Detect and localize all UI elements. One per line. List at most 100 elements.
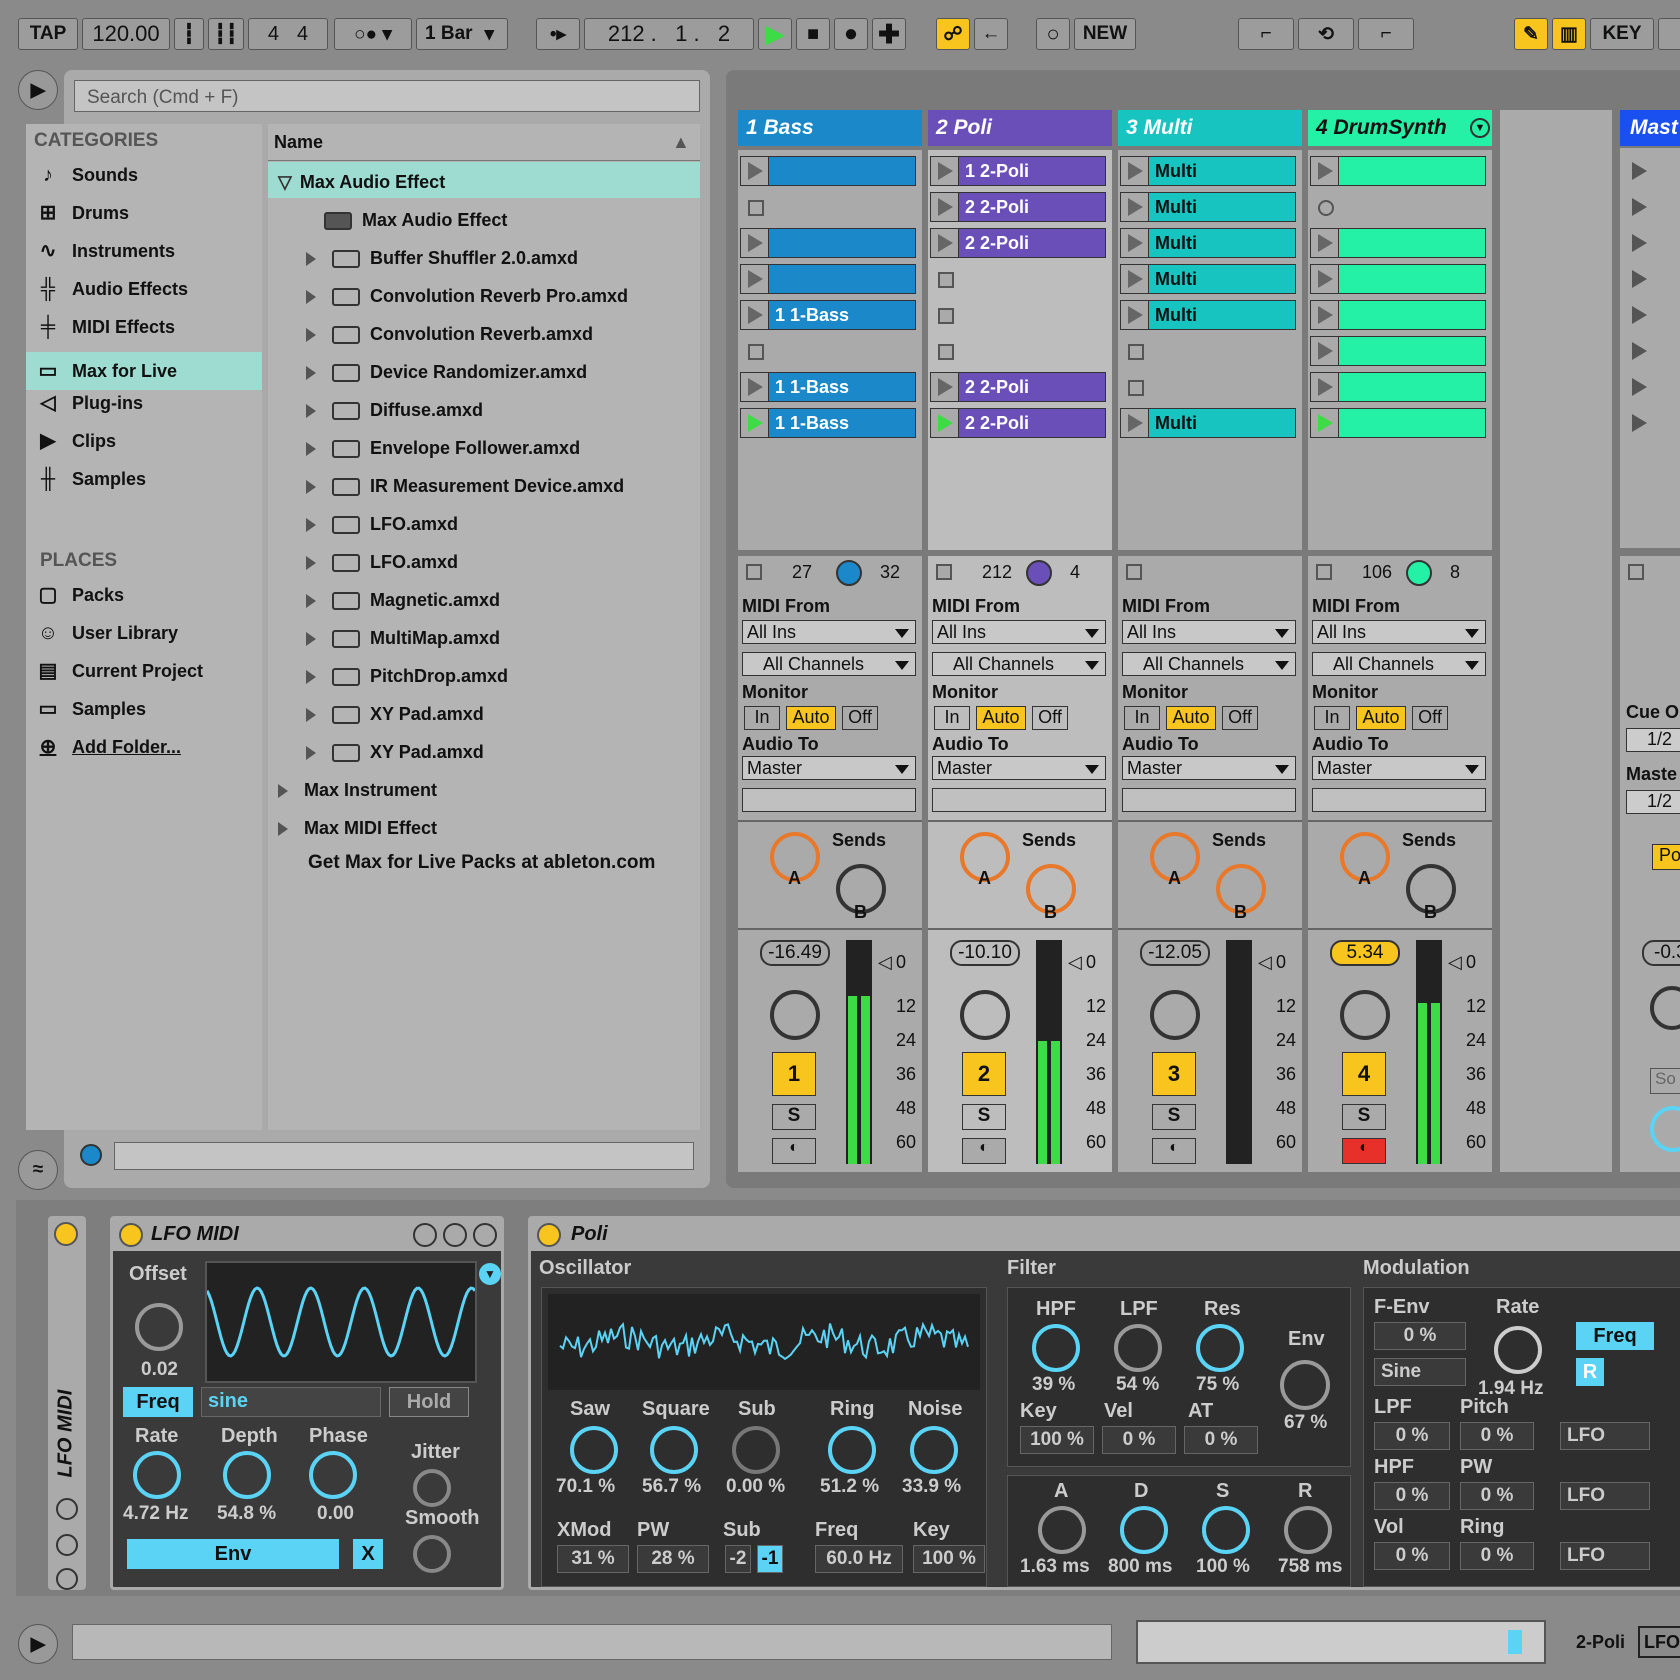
res-knob[interactable] xyxy=(1196,1324,1244,1372)
pitch-source-select[interactable]: LFO xyxy=(1560,1422,1650,1450)
clip-stop-icon[interactable] xyxy=(1128,380,1144,396)
pan-knob[interactable] xyxy=(770,990,820,1040)
audio-to-select[interactable]: Master xyxy=(1312,756,1486,780)
master-stop-icon[interactable] xyxy=(1628,564,1644,580)
midi-map-icon[interactable]: ▥ xyxy=(1552,18,1586,50)
list-item[interactable]: XY Pad.amxd xyxy=(306,742,484,763)
ring-knob[interactable] xyxy=(828,1426,876,1474)
monitor-in-button[interactable]: In xyxy=(744,706,780,730)
clip-slot[interactable] xyxy=(1310,372,1486,402)
audio-to-channel[interactable] xyxy=(1122,788,1296,812)
clip-stop-icon[interactable] xyxy=(748,200,764,216)
release-knob[interactable] xyxy=(1284,1506,1332,1554)
clip-stop-icon[interactable] xyxy=(938,272,954,288)
clip-slot[interactable] xyxy=(1310,228,1486,258)
track-activator-button[interactable]: 3 xyxy=(1152,1052,1196,1096)
add-folder-link[interactable]: ⊕ Add Folder... xyxy=(34,736,181,758)
sidebar-item-packs[interactable]: ▢ Packs xyxy=(34,584,125,606)
monitor-off-button[interactable]: Off xyxy=(842,706,878,730)
clip-play-icon[interactable] xyxy=(938,234,953,252)
list-item[interactable]: Diffuse.amxd xyxy=(306,400,483,421)
disclosure-icon[interactable] xyxy=(306,251,316,266)
clip-record-icon[interactable] xyxy=(1318,200,1334,216)
clip-play-icon[interactable] xyxy=(938,198,953,216)
list-item[interactable]: LFO.amxd xyxy=(306,552,458,573)
sub-knob[interactable] xyxy=(732,1426,780,1474)
lfo-map-icon[interactable] xyxy=(413,1223,437,1247)
clip-slot[interactable]: Multi xyxy=(1120,264,1296,294)
scene-launch-icon[interactable] xyxy=(1632,234,1647,252)
list-item[interactable]: ▽ Max Audio Effect xyxy=(278,172,445,193)
draw-mode-icon[interactable]: ✎ xyxy=(1514,18,1548,50)
clip-slot[interactable] xyxy=(1310,336,1486,366)
audio-to-select[interactable]: Master xyxy=(742,756,916,780)
play-icon[interactable]: ▶ xyxy=(758,18,792,50)
lfo-freq-button[interactable]: Freq xyxy=(123,1387,193,1417)
track-fold-icon[interactable]: ▼ xyxy=(1470,118,1490,138)
monitor-auto-button[interactable]: Auto xyxy=(786,706,836,730)
scene-launch-icon[interactable] xyxy=(1632,414,1647,432)
audio-to-channel[interactable] xyxy=(742,788,916,812)
arm-button[interactable]: ◐ xyxy=(962,1138,1006,1164)
list-item[interactable]: Max MIDI Effect xyxy=(278,818,437,839)
clip-slot[interactable]: Multi xyxy=(1120,300,1296,330)
xmod-value[interactable]: 31 % xyxy=(557,1545,629,1573)
disclosure-icon[interactable] xyxy=(306,365,316,380)
midi-channel-select[interactable]: All Channels xyxy=(1312,652,1486,676)
clip-stop-icon[interactable] xyxy=(938,308,954,324)
clip-stop-icon[interactable] xyxy=(1128,344,1144,360)
list-item[interactable]: Max Audio Effect xyxy=(324,210,507,231)
master-pan-knob[interactable] xyxy=(1650,986,1680,1030)
device-save-icon[interactable] xyxy=(56,1568,78,1590)
solo-button[interactable]: S xyxy=(772,1104,816,1130)
clip-play-icon[interactable] xyxy=(1318,378,1333,396)
pitch-value[interactable]: 0 % xyxy=(1460,1422,1534,1450)
track-activator-button[interactable]: 1 xyxy=(772,1052,816,1096)
follow-icon[interactable]: •▸ xyxy=(536,18,580,50)
env-knob[interactable] xyxy=(1280,1360,1330,1410)
clip-play-icon[interactable] xyxy=(748,270,763,288)
disclosure-icon[interactable] xyxy=(306,669,316,684)
mod-wave-select[interactable]: Sine xyxy=(1374,1358,1466,1386)
monitor-auto-button[interactable]: Auto xyxy=(1166,706,1216,730)
automation-arm-icon[interactable]: ☍ xyxy=(936,18,970,50)
clip-slot[interactable]: 2 2-Poli xyxy=(930,192,1106,222)
clip-play-icon[interactable] xyxy=(1128,234,1143,252)
track-stop-icon[interactable] xyxy=(1126,564,1142,580)
solo-button[interactable]: S xyxy=(1342,1104,1386,1130)
cue-volume-knob[interactable] xyxy=(1650,1106,1680,1152)
audio-to-select[interactable]: Master xyxy=(932,756,1106,780)
lfo-env-button[interactable]: Env xyxy=(127,1539,339,1569)
mod-lpf-value[interactable]: 0 % xyxy=(1374,1422,1450,1450)
clip-slot[interactable] xyxy=(740,156,916,186)
preview-headphones-icon[interactable] xyxy=(80,1144,102,1166)
sidebar-item-midi-effects[interactable]: ╪ MIDI Effects xyxy=(34,316,175,338)
vol-value[interactable]: 0 % xyxy=(1374,1542,1450,1570)
master-volume[interactable]: -0.3 xyxy=(1642,940,1680,966)
lfo-edit-icon[interactable] xyxy=(443,1223,467,1247)
lfo-activator-icon[interactable] xyxy=(119,1223,143,1247)
clip-slot[interactable]: 1 1-Bass xyxy=(740,300,916,330)
loop-icon[interactable]: ⟲ xyxy=(1298,18,1354,50)
track-activator-button[interactable]: 2 xyxy=(962,1052,1006,1096)
monitor-in-button[interactable]: In xyxy=(1124,706,1160,730)
record-icon[interactable]: ● xyxy=(834,18,868,50)
clip-playing-icon[interactable] xyxy=(1318,414,1333,432)
clip-play-icon[interactable] xyxy=(748,306,763,324)
arm-button[interactable]: ◐ xyxy=(1342,1138,1386,1164)
volume-field[interactable]: 5.34 xyxy=(1330,940,1400,966)
poli-activator-icon[interactable] xyxy=(537,1223,561,1247)
at-value[interactable]: 0 % xyxy=(1184,1426,1258,1454)
master-track-header[interactable]: Mast xyxy=(1620,110,1680,146)
quantize-menu[interactable]: 1 Bar ▾ xyxy=(416,18,508,50)
filter-key-value[interactable]: 100 % xyxy=(1020,1426,1094,1454)
arm-button[interactable]: ◐ xyxy=(772,1138,816,1164)
scene-launch-icon[interactable] xyxy=(1632,306,1647,324)
lfo-waveform-select[interactable]: sine xyxy=(201,1387,381,1417)
monitor-in-button[interactable]: In xyxy=(1314,706,1350,730)
volume-field[interactable]: -16.49 xyxy=(760,940,830,966)
disclosure-icon[interactable] xyxy=(306,517,316,532)
monitor-auto-button[interactable]: Auto xyxy=(976,706,1026,730)
saw-knob[interactable] xyxy=(570,1426,618,1474)
clip-play-icon[interactable] xyxy=(1318,234,1333,252)
